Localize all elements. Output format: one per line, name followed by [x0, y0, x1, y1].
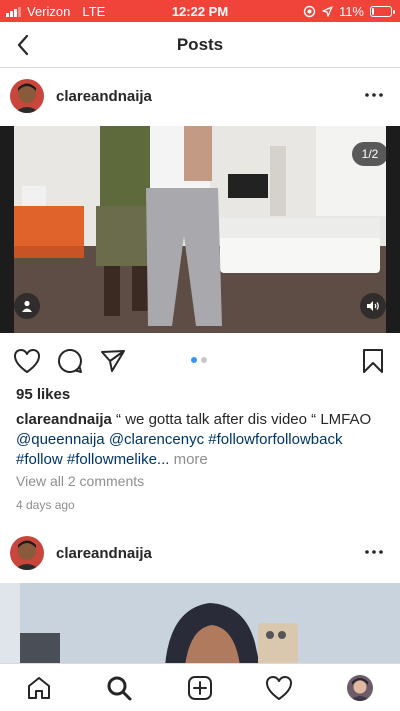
share-button[interactable] [98, 346, 128, 376]
more-options-button[interactable] [362, 83, 386, 107]
caption-hashtag[interactable]: #followmelike... [67, 451, 170, 468]
avatar[interactable] [10, 536, 44, 570]
like-button[interactable] [12, 346, 42, 376]
like-count[interactable]: 95 likes [16, 386, 70, 403]
post-username[interactable]: clareandnaija [56, 88, 152, 105]
carousel-dot-active [191, 357, 197, 363]
battery-icon [370, 6, 395, 17]
more-dots-icon [365, 550, 383, 554]
avatar-image [10, 79, 44, 113]
post-photo [0, 583, 400, 666]
caption-mention[interactable]: @queennaija [16, 431, 105, 448]
activity-heart-icon [266, 676, 292, 700]
more-options-button[interactable] [362, 540, 386, 564]
nav-header: Posts [0, 22, 400, 68]
new-post-icon [188, 676, 212, 700]
status-bar: Verizon LTE 12:22 PM 11% [0, 0, 400, 22]
speaker-icon [367, 301, 379, 311]
post-photo [0, 126, 400, 333]
heart-icon [14, 349, 40, 373]
post-timestamp: 4 days ago [16, 498, 75, 512]
caption-hashtag[interactable]: #followforfollowback [208, 431, 342, 448]
post-caption: clareandnaija “ we gotta talk after dis … [16, 410, 392, 470]
profile-avatar [347, 675, 373, 701]
status-right: 11% [303, 4, 395, 19]
post-header: clareandnaija [0, 69, 400, 125]
caption-more-link[interactable]: more [174, 451, 208, 468]
bookmark-icon [363, 349, 383, 373]
page-title: Posts [176, 35, 224, 54]
tab-home[interactable] [24, 673, 54, 703]
paper-plane-icon [101, 350, 125, 372]
location-arrow-icon [322, 6, 333, 17]
battery-fill [372, 8, 374, 15]
avatar[interactable] [10, 79, 44, 113]
tab-search[interactable] [104, 673, 134, 703]
action-bar [0, 340, 400, 382]
media-counter-badge: 1/2 [352, 142, 388, 166]
tagged-people-button[interactable] [14, 293, 40, 319]
post-media[interactable]: 1/2 [0, 126, 400, 333]
search-icon [107, 676, 132, 701]
home-icon [28, 677, 50, 699]
avatar-image [10, 536, 44, 570]
post-username[interactable]: clareandnaija [56, 545, 152, 562]
person-icon [22, 300, 32, 312]
post-header: clareandnaija [0, 526, 400, 582]
bottom-tab-bar [0, 663, 400, 711]
comment-button[interactable] [55, 346, 85, 376]
screen-record-icon [303, 5, 316, 18]
view-comments-link[interactable]: View all 2 comments [16, 473, 144, 489]
caption-hashtag[interactable]: #follow [16, 451, 63, 468]
audio-toggle-button[interactable] [360, 293, 386, 319]
more-dots-icon [365, 93, 383, 97]
carousel-dot [201, 357, 207, 363]
post-media[interactable] [0, 583, 400, 666]
caption-text: “ we gotta talk after dis video “ LMFAO [111, 411, 372, 428]
profile-avatar-image [347, 675, 373, 701]
carousel-indicator [191, 357, 207, 363]
tab-new-post[interactable] [185, 673, 215, 703]
caption-username[interactable]: clareandnaija [16, 411, 112, 428]
tab-profile[interactable] [345, 673, 375, 703]
tab-activity[interactable] [264, 673, 294, 703]
comment-bubble-icon [58, 348, 82, 373]
battery-percent: 11% [338, 4, 364, 19]
caption-mention[interactable]: @clarencenyc [109, 431, 204, 448]
save-button[interactable] [358, 346, 388, 376]
